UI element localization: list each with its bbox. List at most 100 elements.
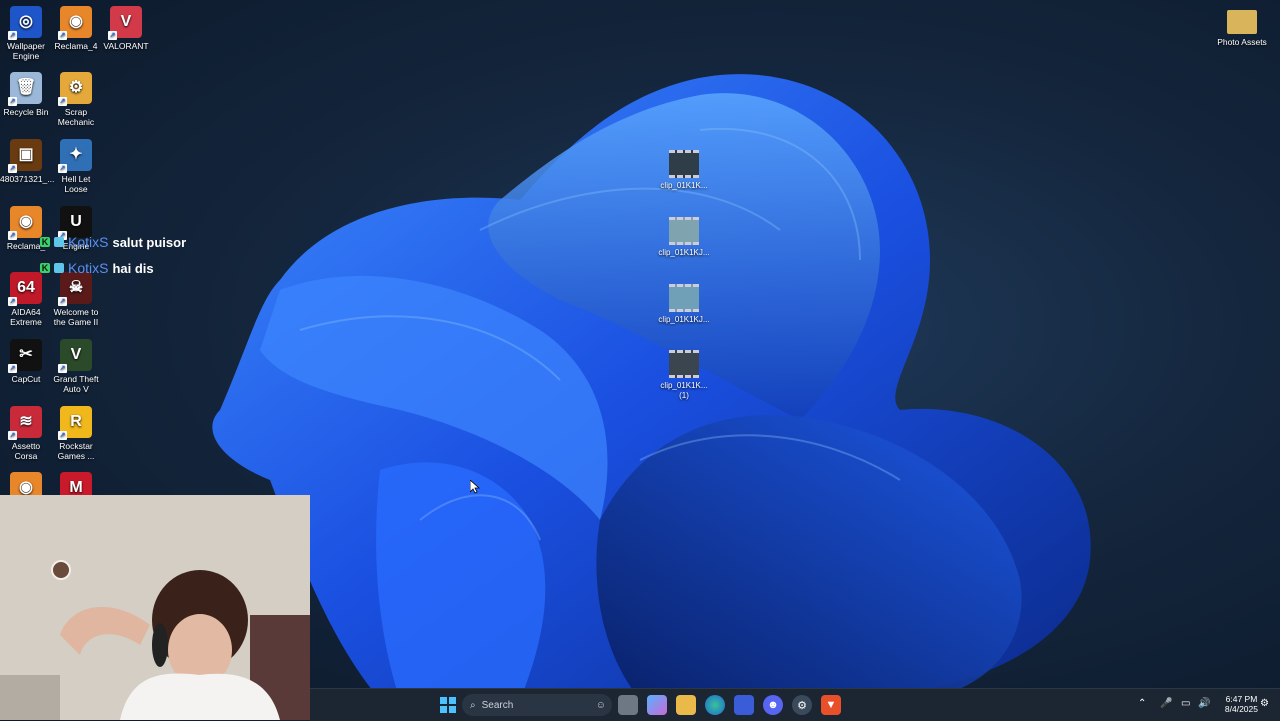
- taskbar: ⌕ Search ☺ ☻ ⚙ ▼ ⌃ 🎤 ▭ 🔊 6:47 PM 8/4/202…: [310, 688, 1280, 721]
- desktop-icon-label: Photo Assets: [1217, 37, 1267, 47]
- volume-icon[interactable]: 🔊: [1198, 698, 1210, 709]
- chat-message-1: K KotixS salut puisor: [40, 234, 186, 250]
- desktop-icon-label: CapCut: [11, 374, 41, 384]
- shortcut-arrow-icon: ↗: [108, 31, 117, 40]
- notification-bell-icon[interactable]: ⚙: [1260, 698, 1269, 709]
- clip-file-1[interactable]: clip_01K1K...: [654, 150, 714, 191]
- desktop-icon-grand-theft-auto-v[interactable]: V ↗ Grand Theft Auto V: [50, 339, 102, 394]
- video-file-icon: [669, 150, 699, 178]
- desktop-icon-recycle-bin[interactable]: 🗑 ↗ Recycle Bin: [0, 72, 52, 117]
- microphone-icon[interactable]: 🎤: [1160, 698, 1172, 709]
- system-clock[interactable]: 6:47 PM 8/4/2025: [1225, 694, 1258, 714]
- clip-file-4[interactable]: clip_01K1K... (1): [654, 350, 714, 401]
- mouse-cursor-icon: [470, 480, 480, 494]
- start-button[interactable]: [438, 695, 458, 715]
- wallpaper-engine-icon: ◎ ↗: [8, 6, 42, 40]
- blender-icon: ◉↗: [58, 6, 92, 40]
- file-explorer-icon[interactable]: [676, 695, 696, 715]
- shortcut-arrow-icon: ↗: [8, 431, 17, 440]
- taskbar-search-box[interactable]: ⌕ Search ☺: [462, 694, 612, 716]
- desktop-icon-valorant[interactable]: V ↗ VALORANT: [100, 6, 152, 51]
- folder-icon: [1227, 10, 1257, 34]
- clip-label: clip_01K1KJ...: [658, 248, 710, 257]
- shortcut-arrow-icon: ↗: [58, 431, 67, 440]
- desktop-icon-capcut[interactable]: ✂ ↗ CapCut: [0, 339, 52, 384]
- search-highlight-icon: ☺: [595, 699, 606, 711]
- blender-icon: ◉↗: [8, 206, 42, 240]
- hell-let-loose-icon: ✦ ↗: [58, 139, 92, 173]
- chat-username: KotixS: [68, 260, 109, 276]
- shortcut-arrow-icon: ↗: [58, 97, 67, 106]
- desktop-icon-label: Hell Let Loose: [61, 174, 91, 194]
- clip-label: clip_01K1KJ...: [658, 315, 710, 324]
- clip-label: clip_01K1K...: [660, 381, 708, 390]
- video-file-icon: [669, 350, 699, 378]
- skull-icon: ☠ ↗: [58, 272, 92, 306]
- desktop-icon-label: 480371321_...: [0, 174, 55, 184]
- chat-text: salut puisor: [112, 234, 187, 250]
- shortcut-arrow-icon: ↗: [8, 31, 17, 40]
- assetto-corsa-icon: ≋ ↗: [8, 406, 42, 440]
- rockstar-icon: R ↗: [58, 406, 92, 440]
- clip-file-3[interactable]: clip_01K1KJ...: [654, 284, 714, 325]
- webcam-overlay: [0, 495, 310, 720]
- gta-v-icon: V ↗: [58, 339, 92, 373]
- discord-icon[interactable]: ☻: [763, 695, 783, 715]
- desktop-icon-label: Welcome to the Game II: [53, 307, 99, 327]
- desktop-icon-label: Recycle Bin: [3, 107, 49, 117]
- shortcut-arrow-icon: ↗: [58, 31, 67, 40]
- shortcut-arrow-icon: ↗: [58, 364, 67, 373]
- search-icon: ⌕: [470, 699, 476, 711]
- task-view-button[interactable]: [618, 695, 638, 715]
- desktop-icon-rockstar-games[interactable]: R ↗ Rockstar Games ...: [50, 406, 102, 461]
- desktop-icon-scrap-mechanic[interactable]: ⚙ ↗ Scrap Mechanic: [50, 72, 102, 127]
- chat-badge-icon: [54, 263, 64, 273]
- scrap-mechanic-icon: ⚙ ↗: [58, 72, 92, 106]
- steam-icon[interactable]: ⚙: [792, 695, 812, 715]
- desktop-icon-assetto-corsa[interactable]: ≋ ↗ Assetto Corsa: [0, 406, 52, 461]
- chat-message-2: K KotixS hai dis: [40, 260, 154, 276]
- valorant-icon: V ↗: [108, 6, 142, 40]
- shortcut-arrow-icon: ↗: [8, 164, 17, 173]
- copilot-icon[interactable]: [647, 695, 667, 715]
- chat-text: hai dis: [112, 260, 154, 276]
- aida64-icon: 64 ↗: [8, 272, 42, 306]
- search-placeholder: Search: [481, 699, 514, 711]
- chat-badge-icon: [54, 237, 64, 247]
- video-file-icon: [669, 284, 699, 312]
- video-file-icon: [669, 217, 699, 245]
- desktop-icon-label: Scrap Mechanic: [57, 107, 95, 127]
- desktop-icon-label: Reclama_4: [54, 41, 98, 51]
- chat-badge-icon: K: [40, 263, 50, 273]
- chat-username: KotixS: [68, 234, 109, 250]
- desktop-icon-hell-let-loose[interactable]: ✦ ↗ Hell Let Loose: [50, 139, 102, 194]
- edge-browser-icon[interactable]: [705, 695, 725, 715]
- clip-label: clip_01K1K...: [660, 181, 708, 190]
- clock-time: 6:47 PM: [1225, 694, 1258, 704]
- desktop-icon-welcome-to-the-game-ii[interactable]: ☠ ↗ Welcome to the Game II: [50, 272, 102, 327]
- recycle-bin-icon: 🗑 ↗: [8, 72, 42, 106]
- desktop-icon-label: Grand Theft Auto V: [53, 374, 99, 394]
- desktop-icon-reclama-4[interactable]: ◉ ↗ Reclama_4: [50, 6, 102, 51]
- desktop-icon-label: Assetto Corsa: [11, 441, 41, 461]
- shortcut-arrow-icon: ↗: [58, 297, 67, 306]
- shortcut-arrow-icon: ↗: [58, 164, 67, 173]
- clip-file-2[interactable]: clip_01K1KJ...: [654, 217, 714, 258]
- desktop-icon-label: AIDA64 Extreme: [10, 307, 42, 327]
- image-file-icon: ▣ ↗: [8, 139, 42, 173]
- desktop-icon-aida64-extreme[interactable]: 64 ↗ AIDA64 Extreme: [0, 272, 52, 327]
- clock-date: 8/4/2025: [1224, 704, 1258, 714]
- desktop-icon-photo-assets[interactable]: Photo Assets: [1215, 6, 1269, 47]
- desktop-icon-label: VALORANT: [103, 41, 149, 51]
- desktop-icon-wallpaper-engine[interactable]: ◎ ↗ Wallpaper Engine: [0, 6, 52, 61]
- network-icon[interactable]: ▭: [1181, 698, 1190, 709]
- desktop-icon-480371321[interactable]: ▣ ↗ 480371321_...: [0, 139, 55, 184]
- shortcut-arrow-icon: ↗: [8, 97, 17, 106]
- webcam-feed: [0, 495, 310, 720]
- microsoft-store-icon[interactable]: [734, 695, 754, 715]
- brave-browser-icon[interactable]: ▼: [821, 695, 841, 715]
- clip-sublabel: (1): [679, 391, 689, 400]
- windows-logo-icon: [440, 697, 456, 713]
- show-hidden-icons-chevron-icon[interactable]: ⌃: [1138, 698, 1146, 709]
- capcut-icon: ✂ ↗: [8, 339, 42, 373]
